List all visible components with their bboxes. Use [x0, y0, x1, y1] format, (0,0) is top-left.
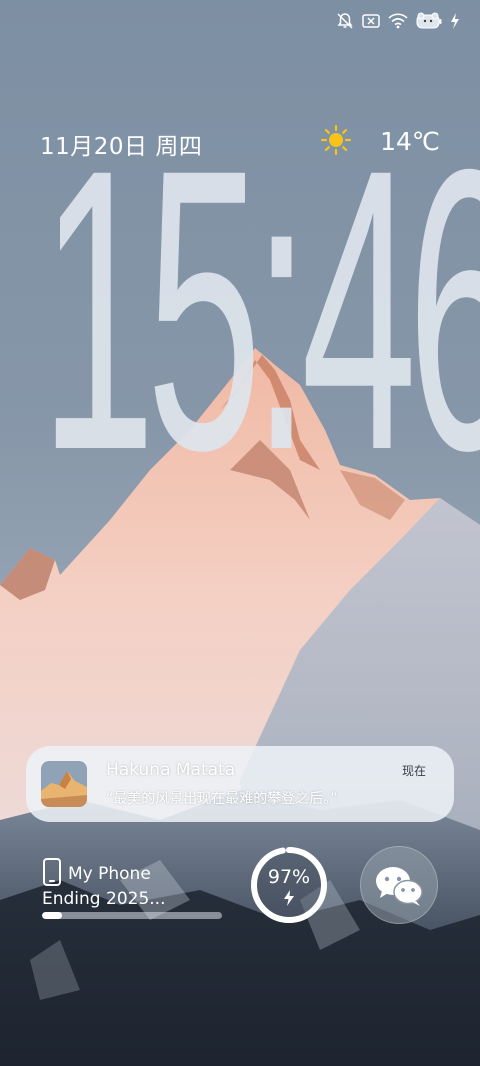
- clock-hours: 15: [40, 86, 262, 533]
- battery-ring-widget: 97%: [250, 846, 328, 924]
- notification-thumbnail: [41, 761, 87, 807]
- notification-card[interactable]: Hakuna Matata “最美的风景出现在最难的攀登之后。” 现在: [26, 746, 454, 822]
- device-name: My Phone: [68, 864, 151, 884]
- charging-bolt-icon: [450, 13, 460, 29]
- battery-cartoon-icon: [416, 12, 442, 30]
- wifi-icon: [388, 13, 408, 29]
- clock-colon: :: [252, 86, 311, 533]
- notification-title: Hakuna Matata: [106, 760, 236, 780]
- wechat-shortcut-button[interactable]: [360, 846, 438, 924]
- notification-body: “最美的风景出现在最难的攀登之后。”: [106, 791, 338, 807]
- notification-time: 现在: [401, 764, 426, 778]
- device-subtitle: Ending 2025...: [42, 889, 166, 909]
- charging-bolt-icon: [282, 890, 296, 910]
- wechat-icon: [376, 867, 423, 906]
- battery-percent: 97%: [267, 866, 311, 888]
- clock: 15:46: [40, 86, 480, 533]
- device-progress-bar: [42, 912, 222, 919]
- no-sim-icon: [362, 13, 380, 29]
- lock-screen: 11月20日 周四 14℃ 15:46: [0, 0, 480, 1066]
- phone-icon: [42, 858, 62, 890]
- bell-muted-icon: [336, 12, 354, 30]
- clock-minutes: 46: [301, 86, 480, 533]
- status-bar: [336, 12, 460, 30]
- device-progress-fill: [42, 912, 62, 919]
